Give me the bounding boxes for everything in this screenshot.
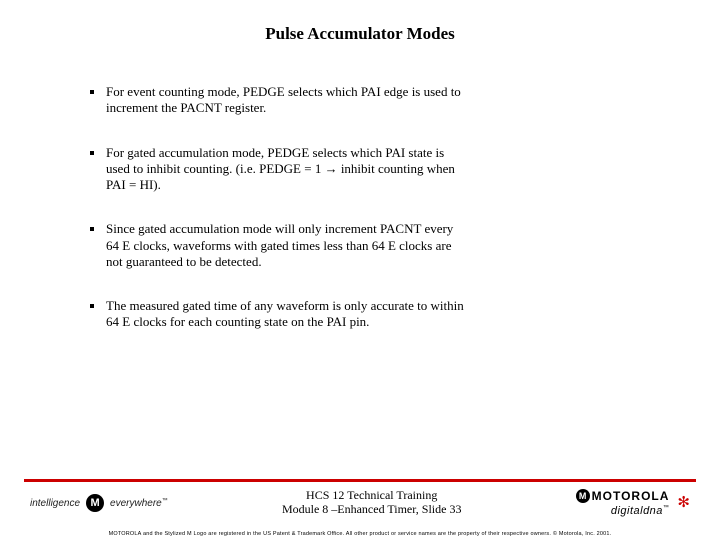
footer-line2: Module 8 –Enhanced Timer, Slide 33 [282, 503, 462, 517]
bullet-1-text: For event counting mode, PEDGE selects w… [106, 84, 466, 117]
bullet-2-text: For gated accumulation mode, PEDGE selec… [106, 145, 466, 194]
footer-line1: HCS 12 Technical Training [282, 489, 462, 503]
bullet-dot-icon [90, 227, 94, 231]
slide-title: Pulse Accumulator Modes [0, 0, 720, 84]
bullet-4: The measured gated time of any waveform … [90, 298, 660, 331]
footer-right-logo: M MOTOROLA digitaldna™ ✻ [576, 489, 690, 517]
slide-content: For event counting mode, PEDGE selects w… [0, 84, 720, 331]
everywhere-text: everywhere™ [110, 498, 168, 509]
bullet-dot-icon [90, 90, 94, 94]
trademark-icon: ™ [162, 498, 168, 504]
bullet-3: Since gated accumulation mode will only … [90, 221, 660, 270]
bullet-1: For event counting mode, PEDGE selects w… [90, 84, 660, 117]
dna-icon: ✻ [677, 496, 690, 511]
footer: intelligence M everywhere™ HCS 12 Techni… [0, 484, 720, 522]
motorola-m-icon: M [86, 494, 104, 512]
trademark-icon: ™ [663, 505, 670, 511]
intelligence-text: intelligence [30, 498, 80, 509]
bullet-3-text: Since gated accumulation mode will only … [106, 221, 466, 270]
bullet-2: For gated accumulation mode, PEDGE selec… [90, 145, 660, 194]
bullet-dot-icon [90, 304, 94, 308]
footer-divider [24, 479, 696, 482]
motorola-logo: M MOTOROLA [576, 489, 670, 503]
digitaldna-logo: digitaldna™ [611, 505, 670, 517]
motorola-wordmark: MOTOROLA [592, 489, 670, 503]
motorola-m-icon: M [576, 489, 590, 503]
footer-center: HCS 12 Technical Training Module 8 –Enha… [282, 489, 462, 517]
footer-left-logo: intelligence M everywhere™ [30, 494, 168, 512]
bullet-4-text: The measured gated time of any waveform … [106, 298, 466, 331]
legal-footer: MOTOROLA and the Stylized M Logo are reg… [0, 531, 720, 537]
bullet-dot-icon [90, 151, 94, 155]
